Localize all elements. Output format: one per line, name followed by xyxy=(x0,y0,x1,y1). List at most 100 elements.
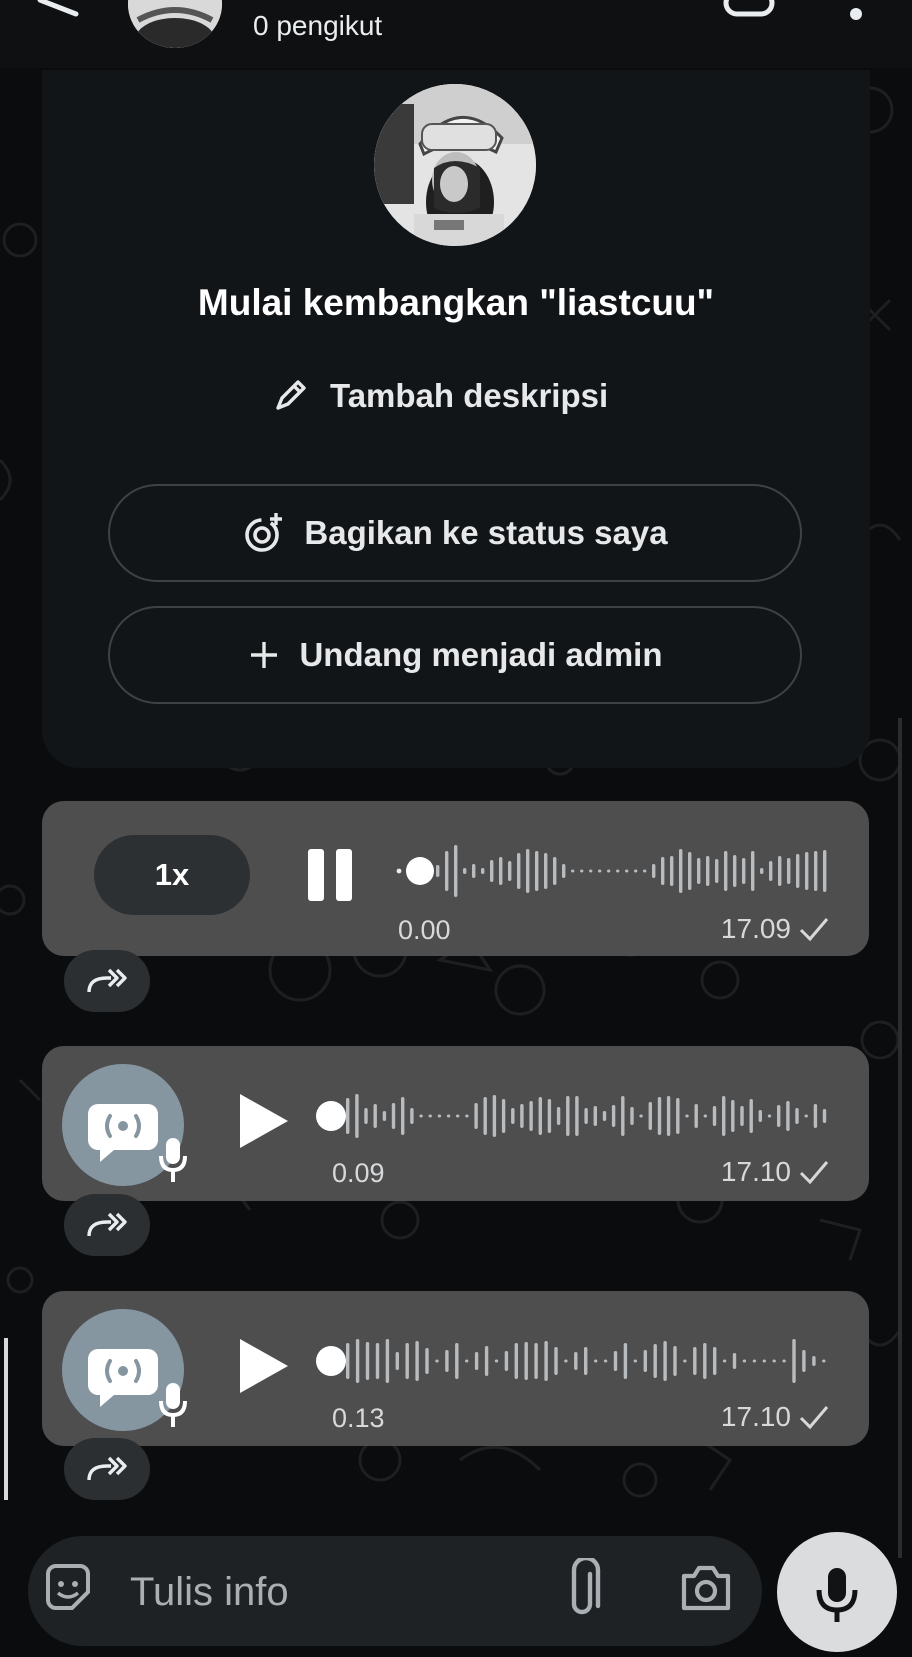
waveform-bar xyxy=(574,1352,578,1370)
waveform-bar xyxy=(520,1104,524,1128)
waveform-bar xyxy=(365,1342,370,1380)
waveform-bar xyxy=(796,854,800,888)
waveform-bar xyxy=(401,1097,405,1135)
forward-icon xyxy=(87,1456,127,1481)
waveform-bar xyxy=(538,1097,542,1135)
waveform-bar xyxy=(712,1106,717,1126)
add-description-button[interactable]: Tambah deskripsi xyxy=(272,374,608,418)
waveform-bar xyxy=(564,1359,568,1363)
voice-record-button[interactable] xyxy=(777,1532,897,1652)
play-icon[interactable] xyxy=(236,1335,292,1397)
waveform-bar xyxy=(742,858,746,884)
scrollbar-thumb[interactable] xyxy=(4,1338,8,1500)
audio-waveform[interactable] xyxy=(316,1331,836,1391)
elapsed-time: 0.00 xyxy=(398,915,451,945)
audio-waveform[interactable] xyxy=(396,841,836,901)
waveform-bar xyxy=(514,1343,518,1379)
waveform-bar xyxy=(683,1359,687,1363)
waveform-bar xyxy=(742,1359,747,1363)
channel-avatar-small[interactable] xyxy=(128,0,222,48)
waveform-bar xyxy=(607,869,611,873)
waveform-bar xyxy=(593,1106,597,1126)
waveform-bar xyxy=(724,851,728,891)
microphone-badge-icon xyxy=(159,1383,187,1427)
back-arrow-icon[interactable] xyxy=(30,0,90,30)
voice-message-bubble[interactable]: 0.09 17.10 xyxy=(42,1046,869,1201)
forward-button[interactable] xyxy=(64,1194,150,1256)
waveform-bar xyxy=(715,859,719,883)
waveform-bar xyxy=(454,845,458,897)
waveform-bar xyxy=(556,1107,561,1125)
waveform-bar xyxy=(562,864,566,878)
waveform-bar xyxy=(823,850,827,892)
waveform-bar xyxy=(553,857,557,885)
link-icon[interactable] xyxy=(722,0,776,20)
waveform-bar xyxy=(697,858,701,884)
waveform-bar xyxy=(437,1114,442,1118)
sent-time: 17.10 xyxy=(720,1156,791,1187)
waveform-bar xyxy=(777,1105,781,1127)
invite-admin-button[interactable]: Undang menjadi admin xyxy=(108,606,802,704)
waveform-bar xyxy=(822,1359,826,1363)
waveform-bar xyxy=(795,1108,799,1124)
waveform-bar xyxy=(814,851,818,891)
waveform-bar xyxy=(535,851,539,891)
waveform-bar xyxy=(623,1343,628,1379)
audio-duration: 0.13 xyxy=(332,1403,385,1433)
waveform-bar xyxy=(703,1114,707,1118)
forward-button[interactable] xyxy=(64,950,150,1012)
waveform-bar xyxy=(611,1105,616,1127)
message-input[interactable]: Tulis info xyxy=(130,1570,289,1615)
waveform-bar xyxy=(584,1347,588,1375)
waveform-bar xyxy=(504,1351,509,1371)
audio-waveform[interactable] xyxy=(316,1086,836,1146)
waveform-bar xyxy=(472,864,476,878)
waveform-bar xyxy=(436,865,440,877)
waveform-bar xyxy=(391,1103,396,1129)
waveform-bar xyxy=(445,851,449,891)
voice-message-bubble[interactable]: 0.13 17.10 xyxy=(42,1291,869,1446)
play-icon[interactable] xyxy=(236,1090,292,1152)
waveform-bar xyxy=(722,1359,727,1363)
waveform-bar xyxy=(474,1103,478,1129)
waveform-bar xyxy=(663,1341,667,1381)
waveform-bar xyxy=(517,853,521,889)
voice-message-bubble[interactable]: 1x 0.00 17.09 xyxy=(42,801,869,956)
waveform-bar xyxy=(524,1342,528,1380)
waveform-bar xyxy=(625,869,629,873)
waveform-bar xyxy=(602,1111,607,1121)
playback-speed-button[interactable]: 1x xyxy=(94,835,250,915)
waveform-bar xyxy=(787,858,791,884)
waveform-bar xyxy=(688,852,692,890)
waveform-bar xyxy=(769,861,773,881)
attachment-icon[interactable] xyxy=(562,1558,602,1620)
waveform-bar xyxy=(802,1350,806,1372)
waveform-bar xyxy=(481,868,485,874)
forward-button[interactable] xyxy=(64,1438,150,1500)
waveform-bar xyxy=(501,1099,506,1133)
pause-icon[interactable] xyxy=(306,849,354,901)
waveform-bar xyxy=(661,857,665,885)
waveform-bar xyxy=(653,1344,657,1378)
channel-profile-photo[interactable] xyxy=(374,84,536,246)
waveform-bar xyxy=(693,1347,697,1375)
waveform-bar xyxy=(749,1099,753,1133)
waveform-bar xyxy=(616,869,620,873)
waveform-bar xyxy=(740,1106,744,1126)
waveform-bar xyxy=(544,853,548,889)
waveform-bar xyxy=(679,849,683,893)
waveform-bar xyxy=(483,1097,487,1135)
waveform-bar xyxy=(703,1343,707,1379)
camera-icon[interactable] xyxy=(678,1562,734,1614)
waveform-bar xyxy=(713,1347,717,1375)
waveform-bar xyxy=(373,1104,377,1128)
share-to-status-button[interactable]: Bagikan ke status saya xyxy=(108,484,802,582)
more-options-icon[interactable] xyxy=(846,0,866,26)
waveform-bar xyxy=(492,1095,497,1137)
sticker-icon[interactable] xyxy=(40,1560,96,1616)
waveform-bar xyxy=(571,869,575,873)
waveform-bar xyxy=(547,1099,552,1133)
audio-duration: 0.09 xyxy=(332,1158,385,1188)
waveform-bar xyxy=(355,1094,359,1138)
waveform-bar xyxy=(804,1114,808,1118)
